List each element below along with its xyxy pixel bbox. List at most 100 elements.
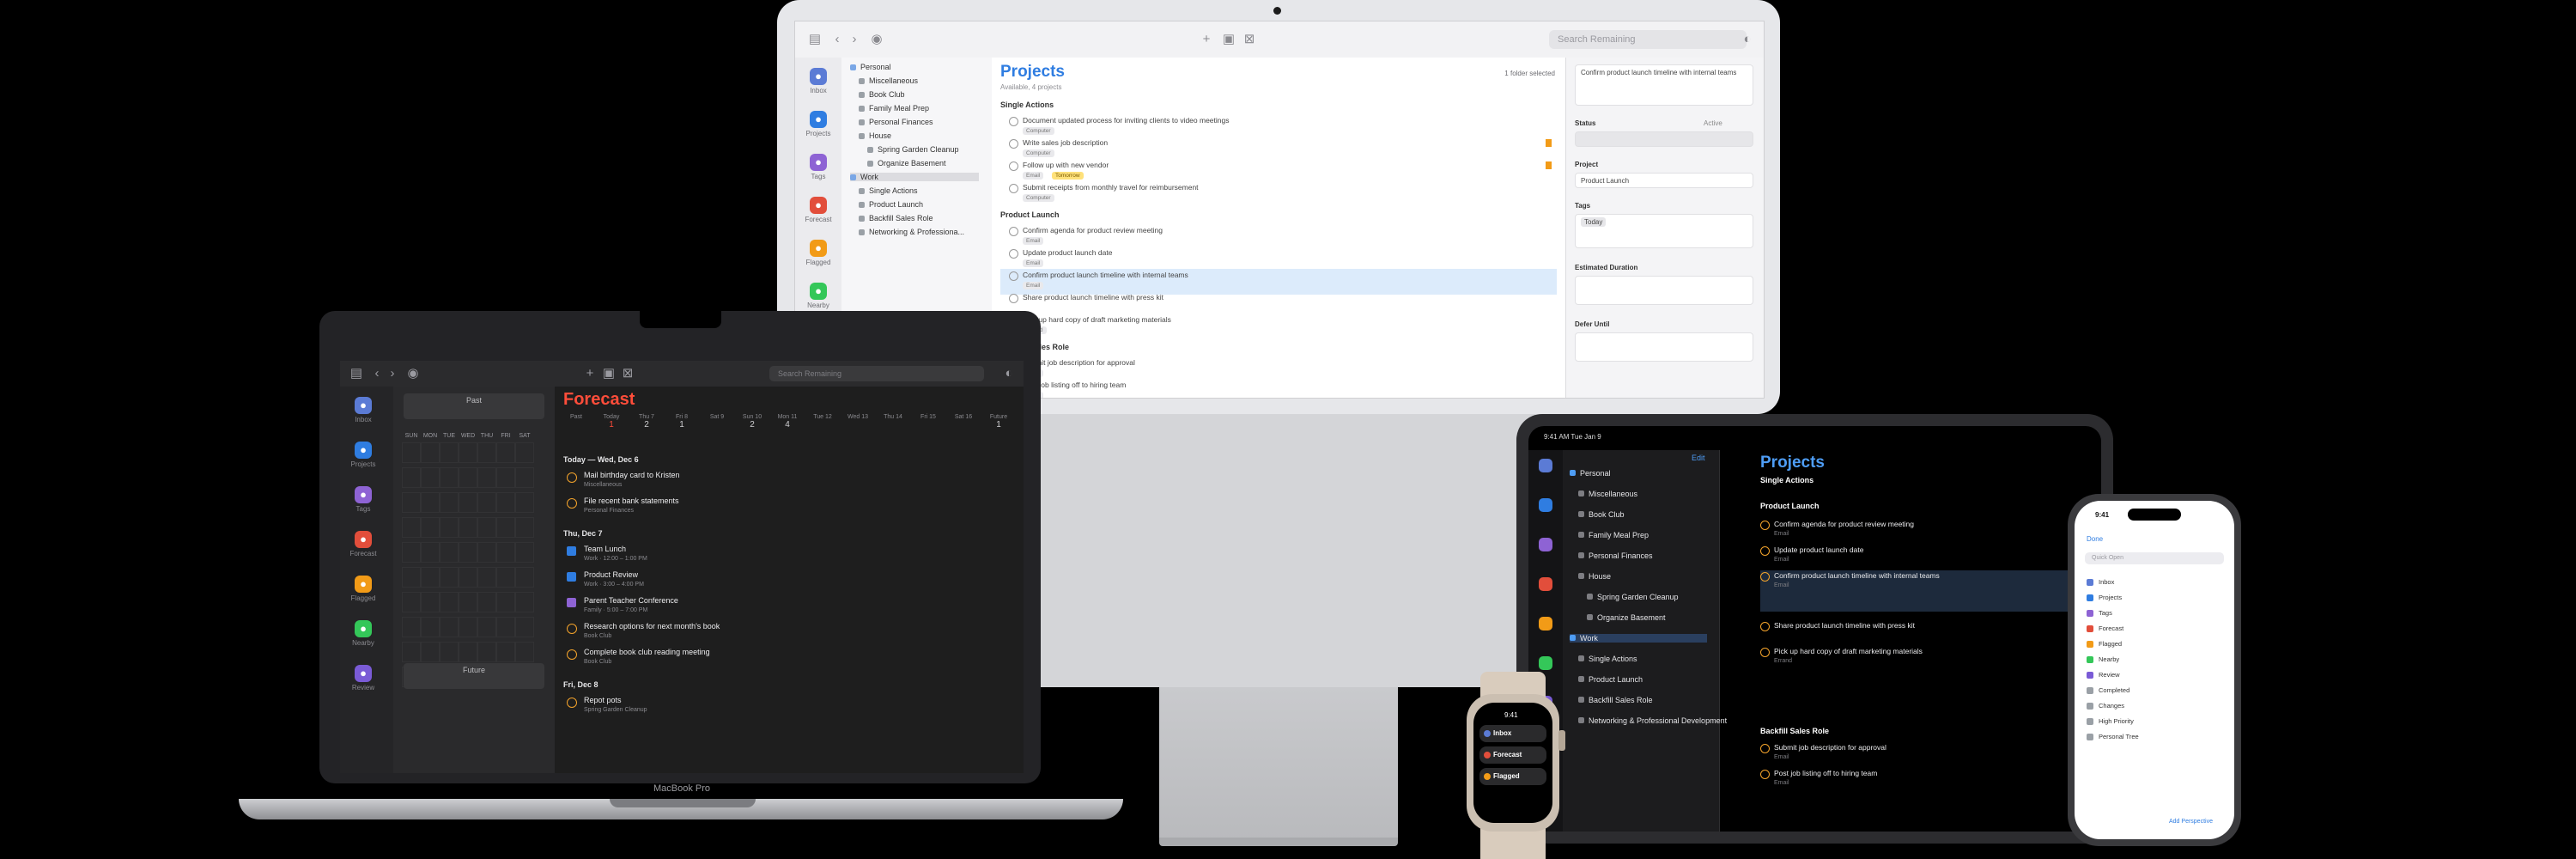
perspective-row[interactable]: High Priority: [2087, 717, 2224, 726]
task-row[interactable]: Confirm agenda for product review meetin…: [1760, 519, 2095, 545]
clean-up-icon[interactable]: ⊠: [620, 366, 635, 381]
sidebar-item[interactable]: Organize Basement: [1587, 613, 1666, 622]
task-row[interactable]: File recent bank statements Personal Fina…: [567, 497, 1013, 522]
task-row[interactable]: Mail birthday card to Kristen Miscellaneo…: [567, 471, 1013, 497]
calendar-day[interactable]: [402, 492, 421, 513]
sidebar-item[interactable]: Personal Finances: [1578, 551, 1653, 560]
task-row[interactable]: Complete book club reading meeting Book C…: [567, 648, 1013, 673]
calendar-day[interactable]: [496, 542, 515, 563]
calendar-day[interactable]: [477, 442, 496, 463]
forecast-day[interactable]: Sat 9: [701, 414, 733, 420]
calendar-day[interactable]: [496, 467, 515, 488]
calendar-event[interactable]: Team Lunch Work · 12:00 – 1:00 PM: [567, 545, 1013, 570]
task-checkbox[interactable]: [1760, 770, 1770, 779]
folder-filter[interactable]: 1 folder selected: [1504, 70, 1555, 77]
calendar-day[interactable]: [496, 567, 515, 588]
perspective-row[interactable]: Tags: [2087, 609, 2224, 618]
view-options-icon[interactable]: ◉: [405, 366, 421, 381]
perspective-inbox[interactable]: ● Inbox: [343, 397, 383, 423]
calendar-day[interactable]: [402, 542, 421, 563]
watch-crown[interactable]: [1558, 730, 1565, 751]
view-options-icon[interactable]: ◉: [869, 32, 884, 47]
task-checkbox[interactable]: [567, 498, 577, 509]
perspective-inbox[interactable]: ● Inbox: [799, 68, 838, 94]
task-row[interactable]: Post job listing off to hiring team Email: [1760, 768, 2095, 794]
sidebar-item[interactable]: Single Actions: [1578, 655, 1637, 663]
calendar-day[interactable]: [515, 467, 534, 488]
perspective-forecast[interactable]: ● Forecast: [343, 531, 383, 557]
perspective-icon[interactable]: [1539, 538, 1552, 551]
perspective-tags[interactable]: ● Tags: [799, 154, 838, 180]
calendar-day[interactable]: [402, 442, 421, 463]
task-row[interactable]: Repot pots Spring Garden Cleanup: [567, 696, 1013, 722]
sidebar-item[interactable]: Miscellaneous: [1578, 490, 1637, 498]
watch-flagged-button[interactable]: Flagged: [1479, 768, 1546, 785]
calendar-day[interactable]: [496, 442, 515, 463]
calendar-day[interactable]: [459, 442, 477, 463]
perspective-flagged[interactable]: ● Flagged: [799, 240, 838, 266]
calendar-day[interactable]: [421, 617, 440, 637]
calendar-day[interactable]: [421, 592, 440, 612]
task-checkbox[interactable]: [1760, 622, 1770, 631]
task-checkbox[interactable]: [1760, 546, 1770, 556]
perspective-row[interactable]: Changes: [2087, 702, 2224, 710]
tags-field[interactable]: Today: [1575, 214, 1753, 248]
back-icon[interactable]: ‹: [369, 366, 385, 381]
task-row[interactable]: Pick up hard copy of draft marketing mat…: [1760, 646, 2095, 672]
task-checkbox[interactable]: [1009, 227, 1018, 236]
calendar-day[interactable]: [459, 592, 477, 612]
calendar-day[interactable]: [402, 617, 421, 637]
calendar-day[interactable]: [402, 567, 421, 588]
perspective-icon[interactable]: [1539, 577, 1552, 591]
task-row[interactable]: Submit receipts from monthly travel for …: [1000, 181, 1557, 207]
calendar-day[interactable]: [440, 467, 459, 488]
calendar-day[interactable]: [459, 492, 477, 513]
calendar-day[interactable]: [459, 517, 477, 538]
forecast-day[interactable]: Wed 13: [841, 414, 874, 420]
calendar-day[interactable]: [440, 492, 459, 513]
sidebar-item[interactable]: Work: [1570, 634, 1707, 643]
sidebar-item[interactable]: Book Club: [859, 90, 905, 99]
calendar-day[interactable]: [440, 642, 459, 662]
calendar-day[interactable]: [459, 642, 477, 662]
calendar-day[interactable]: [402, 467, 421, 488]
sidebar-item[interactable]: Book Club: [1578, 510, 1625, 519]
inbox-tray-icon[interactable]: ▣: [1221, 32, 1236, 47]
task-checkbox[interactable]: [1009, 139, 1018, 149]
perspective-icon[interactable]: [1539, 656, 1552, 670]
duration-field[interactable]: [1575, 276, 1753, 305]
forward-icon[interactable]: ›: [385, 366, 400, 381]
back-icon[interactable]: ‹: [829, 32, 845, 47]
project-group-title[interactable]: Product Launch: [1000, 210, 1060, 219]
calendar-day[interactable]: [421, 642, 440, 662]
perspective-icon[interactable]: [1539, 459, 1552, 472]
sidebar-toggle-icon[interactable]: ▤: [807, 32, 823, 47]
task-checkbox[interactable]: [1009, 271, 1018, 281]
tag-chip[interactable]: Today: [1581, 217, 1607, 227]
perspective-row[interactable]: Personal Tree: [2087, 733, 2224, 741]
task-row[interactable]: Confirm product launch timeline with int…: [1760, 570, 2095, 612]
sidebar-item[interactable]: Personal Finances: [859, 118, 933, 126]
task-checkbox[interactable]: [567, 624, 577, 634]
calendar-day[interactable]: [515, 542, 534, 563]
task-title[interactable]: Write sales job description: [1023, 138, 1108, 147]
task-checkbox[interactable]: [1009, 184, 1018, 193]
task-title[interactable]: Pick up hard copy of draft marketing mat…: [1023, 315, 1171, 324]
calendar-event[interactable]: Parent Teacher Conference Family · 5:00 –…: [567, 596, 1013, 622]
sidebar-item[interactable]: Personal: [850, 63, 891, 71]
perspective-forecast[interactable]: ● Forecast: [799, 197, 838, 223]
calendar-day[interactable]: [402, 517, 421, 538]
task-row[interactable]: Update product launch date Email: [1760, 545, 2095, 570]
add-action-icon[interactable]: +: [582, 366, 598, 381]
calendar-day[interactable]: [402, 592, 421, 612]
flag-icon[interactable]: [1546, 161, 1552, 169]
calendar-day[interactable]: [515, 617, 534, 637]
task-row[interactable]: Pick up hard copy of draft marketing mat…: [1000, 314, 1557, 339]
perspective-projects[interactable]: ● Projects: [343, 442, 383, 468]
calendar-day[interactable]: [477, 542, 496, 563]
task-checkbox[interactable]: [567, 649, 577, 660]
sidebar-item[interactable]: Spring Garden Cleanup: [867, 145, 959, 154]
perspective-nearby[interactable]: ● Nearby: [799, 283, 838, 309]
note-field[interactable]: Confirm product launch timeline with int…: [1575, 64, 1753, 106]
perspective-row[interactable]: Forecast: [2087, 624, 2224, 633]
